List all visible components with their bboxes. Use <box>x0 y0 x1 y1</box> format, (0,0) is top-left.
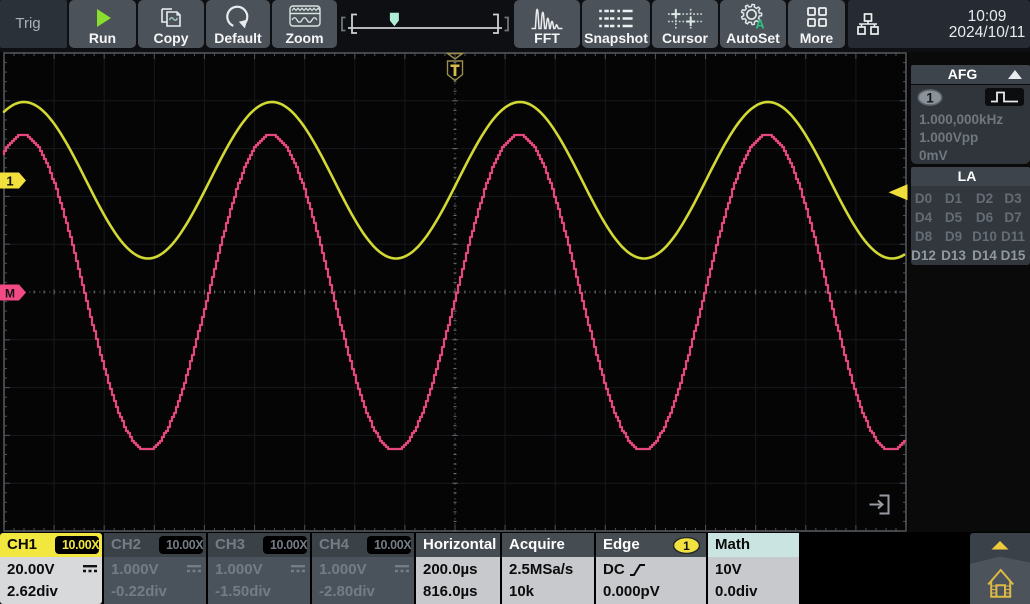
svg-text:1: 1 <box>6 174 13 189</box>
svg-text:A: A <box>756 18 765 32</box>
svg-text:1: 1 <box>926 91 934 106</box>
svg-text:1: 1 <box>683 539 690 553</box>
svg-text:M: M <box>5 287 15 301</box>
